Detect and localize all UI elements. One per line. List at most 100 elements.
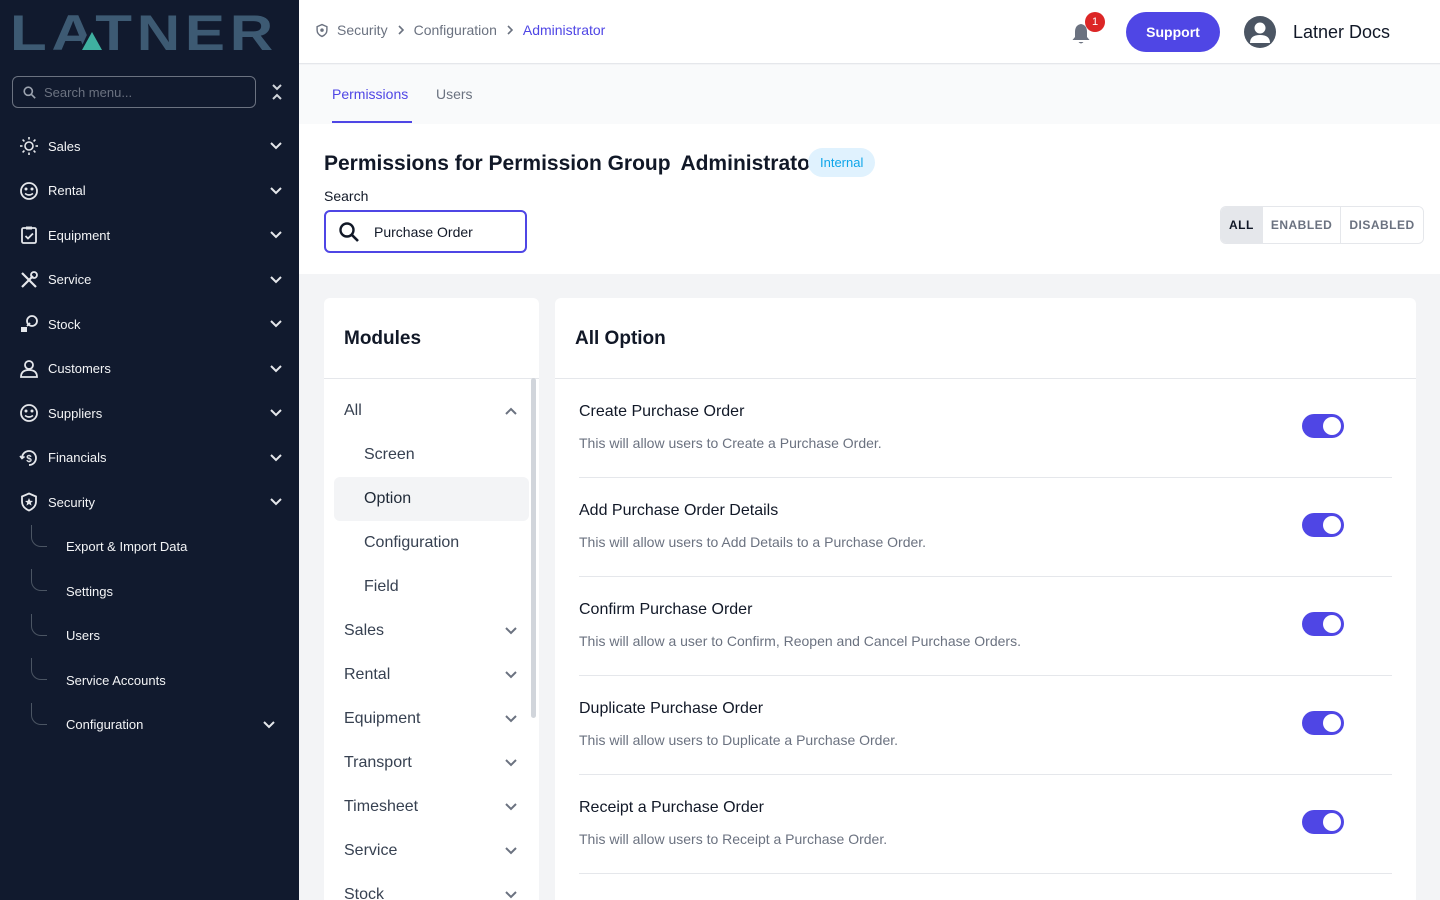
chevron-down-icon bbox=[269, 495, 283, 509]
sidebar-item-equipment[interactable]: Equipment bbox=[0, 213, 299, 258]
tree-connector bbox=[31, 524, 47, 547]
sidebar-item-service[interactable]: Service bbox=[0, 258, 299, 303]
filter-disabled-button[interactable]: DISABLED bbox=[1341, 207, 1423, 243]
sidebar-subitem-label: Export & Import Data bbox=[66, 539, 188, 555]
sidebar-subitem-settings[interactable]: Settings bbox=[0, 569, 299, 614]
search-icon bbox=[23, 85, 36, 99]
chevron-down-icon bbox=[505, 627, 517, 635]
breadcrumb: Security Configuration Administrator bbox=[315, 22, 605, 38]
module-item-rental[interactable]: Rental bbox=[334, 653, 529, 697]
sidebar-subitem-configuration[interactable]: Configuration bbox=[0, 702, 299, 748]
sidebar-item-rental[interactable]: Rental bbox=[0, 169, 299, 214]
filter-enabled-button[interactable]: ENABLED bbox=[1262, 207, 1342, 243]
support-button[interactable]: Support bbox=[1126, 12, 1220, 52]
module-item-stock[interactable]: Stock bbox=[334, 873, 529, 900]
filter-all-button[interactable]: ALL bbox=[1221, 207, 1263, 243]
modules-panel: Modules All Screen Option Configuration … bbox=[324, 298, 539, 900]
tree-connector bbox=[31, 702, 47, 725]
sidebar-item-security[interactable]: Security bbox=[0, 480, 299, 525]
module-item-screen[interactable]: Screen bbox=[334, 433, 529, 477]
module-item-option[interactable]: Option bbox=[334, 477, 529, 521]
sidebar-item-label: Suppliers bbox=[48, 405, 103, 421]
svg-text:LATNER: LATNER bbox=[10, 10, 278, 54]
breadcrumb-security[interactable]: Security bbox=[337, 22, 388, 38]
option-description: This will allow users to Receipt a Purch… bbox=[579, 831, 888, 847]
top-header: Security Configuration Administrator 1 S… bbox=[299, 0, 1440, 64]
list-item: Add Purchase Order Details This will all… bbox=[579, 478, 1392, 577]
sidebar-subitem-users[interactable]: Users bbox=[0, 613, 299, 659]
toggle-knob bbox=[1323, 813, 1341, 831]
sidebar-item-label: Sales bbox=[48, 138, 81, 154]
sidebar-item-sales[interactable]: Sales bbox=[0, 124, 299, 169]
module-item-sales[interactable]: Sales bbox=[334, 609, 529, 653]
chevron-down-icon bbox=[269, 139, 283, 153]
add-purchase-order-details-toggle[interactable] bbox=[1302, 513, 1344, 537]
sun-icon bbox=[18, 135, 40, 157]
receipt-purchase-order-toggle[interactable] bbox=[1302, 810, 1344, 834]
avatar[interactable] bbox=[1244, 16, 1276, 48]
chevron-down-icon bbox=[505, 891, 517, 899]
collapse-icon bbox=[272, 84, 282, 100]
module-item-equipment[interactable]: Equipment bbox=[334, 697, 529, 741]
menu-search[interactable] bbox=[12, 76, 256, 108]
chevron-down-icon bbox=[505, 671, 517, 679]
collapse-sidebar-button[interactable] bbox=[268, 82, 286, 102]
options-list: Create Purchase Order This will allow us… bbox=[579, 379, 1392, 874]
permission-search-input[interactable] bbox=[374, 223, 514, 240]
module-item-label: Rental bbox=[344, 666, 391, 683]
chevron-down-icon bbox=[269, 362, 283, 376]
confirm-purchase-order-toggle[interactable] bbox=[1302, 612, 1344, 636]
breadcrumb-configuration[interactable]: Configuration bbox=[414, 22, 497, 38]
security-subnav: Export & Import Data Settings Users Serv… bbox=[0, 524, 299, 748]
tab-permissions[interactable]: Permissions bbox=[332, 86, 408, 102]
sidebar-item-customers[interactable]: Customers bbox=[0, 347, 299, 392]
stock-icon bbox=[18, 313, 40, 335]
toggle-knob bbox=[1323, 615, 1341, 633]
user-avatar-icon bbox=[1250, 22, 1270, 43]
tab-users[interactable]: Users bbox=[436, 86, 473, 102]
module-item-timesheet[interactable]: Timesheet bbox=[334, 785, 529, 829]
chevron-down-icon bbox=[269, 273, 283, 287]
sidebar-subitem-service-accounts[interactable]: Service Accounts bbox=[0, 658, 299, 703]
module-item-all[interactable]: All bbox=[334, 389, 529, 433]
module-item-label: All bbox=[344, 402, 362, 419]
user-name[interactable]: Latner Docs bbox=[1293, 22, 1390, 43]
toggle-knob bbox=[1323, 714, 1341, 732]
latner-logo[interactable]: LATNER bbox=[10, 10, 280, 54]
modules-scrollbar[interactable] bbox=[531, 378, 536, 718]
duplicate-purchase-order-toggle[interactable] bbox=[1302, 711, 1344, 735]
module-item-service[interactable]: Service bbox=[334, 829, 529, 873]
chevron-right-icon bbox=[398, 25, 404, 35]
face-icon bbox=[18, 402, 40, 424]
status-badge: Internal bbox=[808, 148, 876, 177]
search-label: Search bbox=[324, 188, 369, 204]
module-item-label: Stock bbox=[344, 886, 385, 900]
sidebar-item-financials[interactable]: $ Financials bbox=[0, 436, 299, 481]
module-item-field[interactable]: Field bbox=[334, 565, 529, 609]
module-item-transport[interactable]: Transport bbox=[334, 741, 529, 785]
list-item: Create Purchase Order This will allow us… bbox=[579, 379, 1392, 478]
sidebar-item-stock[interactable]: Stock bbox=[0, 302, 299, 347]
page-title: Permissions for Permission Group Adminis… bbox=[324, 152, 818, 176]
chevron-down-icon bbox=[269, 406, 283, 420]
menu-search-input[interactable] bbox=[44, 84, 234, 100]
module-item-configuration[interactable]: Configuration bbox=[334, 521, 529, 565]
sidebar-subitem-export-import[interactable]: Export & Import Data bbox=[0, 524, 299, 570]
chevron-down-icon bbox=[505, 759, 517, 767]
divider bbox=[324, 378, 539, 379]
active-tab-indicator bbox=[332, 121, 412, 123]
tab-bar: Permissions Users bbox=[299, 65, 1440, 124]
option-description: This will allow users to Create a Purcha… bbox=[579, 435, 882, 451]
sidebar-subitem-label: Settings bbox=[66, 583, 113, 599]
create-purchase-order-toggle[interactable] bbox=[1302, 414, 1344, 438]
options-panel: All Option Create Purchase Order This wi… bbox=[555, 298, 1416, 900]
permission-search[interactable] bbox=[324, 210, 527, 253]
sidebar-item-suppliers[interactable]: Suppliers bbox=[0, 391, 299, 436]
toggle-knob bbox=[1323, 516, 1341, 534]
list-item: Confirm Purchase Order This will allow a… bbox=[579, 577, 1392, 676]
face-icon bbox=[18, 180, 40, 202]
breadcrumb-administrator: Administrator bbox=[522, 22, 606, 38]
toggle-knob bbox=[1323, 417, 1341, 435]
option-name: Duplicate Purchase Order bbox=[579, 700, 764, 717]
chevron-down-icon bbox=[263, 716, 275, 734]
